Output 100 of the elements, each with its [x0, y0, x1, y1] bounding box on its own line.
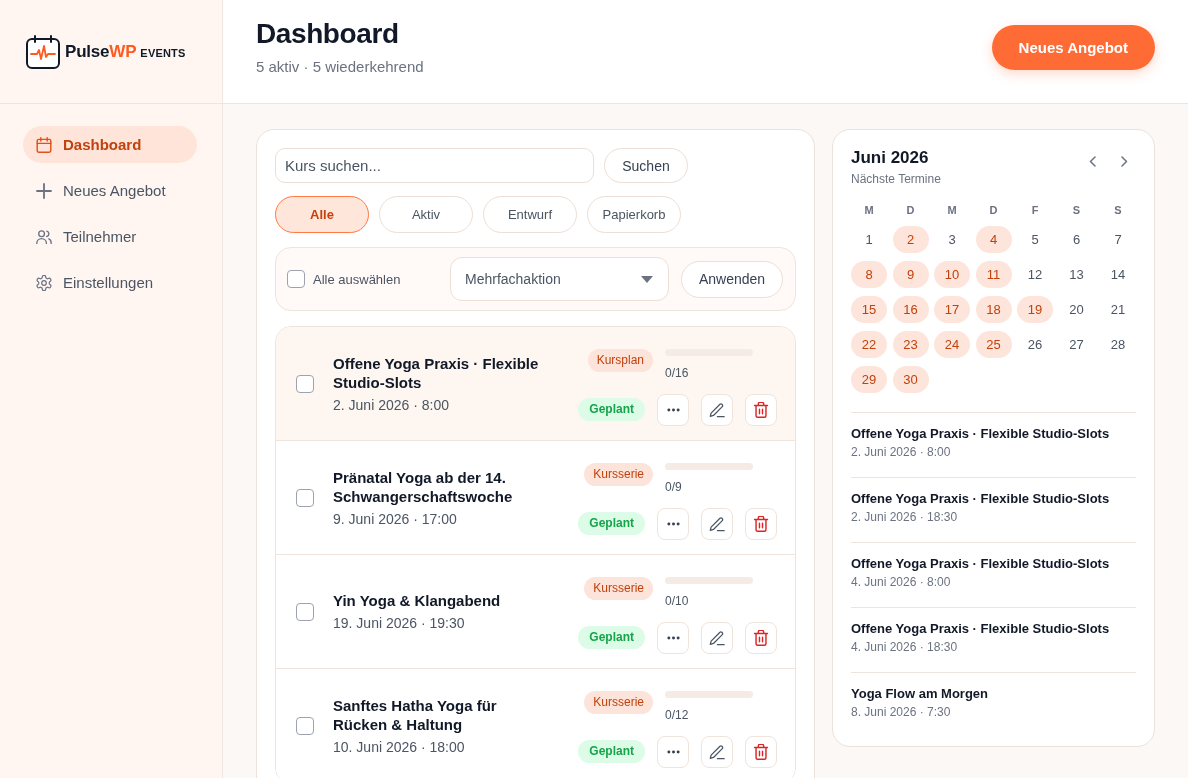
weekday-label: M	[863, 203, 875, 217]
calendar-day[interactable]: 19	[1017, 296, 1053, 323]
course-title: Offene Yoga Praxis · Flexible Studio-Slots	[333, 353, 540, 392]
calendar-day[interactable]: 23	[892, 331, 929, 358]
select-all-checkbox[interactable]	[287, 270, 305, 288]
edit-button[interactable]	[701, 621, 733, 654]
delete-button[interactable]	[745, 735, 777, 768]
calendar-day[interactable]: 8	[851, 261, 887, 288]
upcoming-event-date: 8. Juni 2026 · 7:30	[851, 704, 952, 721]
search-button[interactable]: Suchen	[604, 148, 688, 183]
calendar-day[interactable]: 1	[851, 226, 887, 253]
booking-count: 0/10	[665, 593, 690, 608]
upcoming-event-date: 2. Juni 2026 · 18:30	[851, 509, 959, 526]
calendar-day[interactable]: 29	[851, 366, 887, 393]
calendar-day[interactable]: 4	[975, 226, 1012, 253]
pencil-icon	[709, 515, 725, 532]
select-all-label: Alle auswählen	[313, 271, 401, 287]
upcoming-event-title: Yoga Flow am Morgen	[851, 685, 989, 702]
edit-button[interactable]	[701, 507, 733, 540]
calendar-day[interactable]: 30	[892, 366, 929, 393]
trash-icon	[753, 629, 769, 646]
settings-icon	[36, 274, 52, 291]
calendar-day[interactable]: 12	[1017, 261, 1053, 288]
page-title: Dashboard	[256, 17, 400, 51]
status-tag: Geplant	[578, 512, 645, 535]
calendar-day[interactable]: 2	[892, 226, 929, 253]
calendar-day[interactable]: 17	[934, 296, 970, 323]
ellipsis-icon	[666, 521, 680, 526]
upcoming-event-date: 4. Juni 2026 · 8:00	[851, 574, 952, 591]
search-field[interactable]: Kurs suchen...	[275, 148, 594, 183]
filter-tab[interactable]: Aktiv	[379, 196, 473, 233]
delete-button[interactable]	[745, 621, 777, 654]
calendar-day[interactable]: 18	[975, 296, 1012, 323]
booking-count: 0/16	[665, 365, 690, 380]
calendar-day[interactable]: 24	[934, 331, 970, 358]
edit-button[interactable]	[701, 735, 733, 768]
calendar-month-title: Juni 2026	[851, 148, 930, 168]
calendar-day[interactable]: 22	[851, 331, 887, 358]
upcoming-event-title: Offene Yoga Praxis · Flexible Studio-Slots	[851, 555, 1111, 572]
calendar-day[interactable]: 11	[975, 261, 1012, 288]
trash-icon	[753, 743, 769, 760]
filter-tab[interactable]: Entwurf	[483, 196, 577, 233]
calendar-day[interactable]: 21	[1100, 296, 1136, 323]
calendar-day[interactable]: 28	[1100, 331, 1136, 358]
more-options-button[interactable]	[657, 621, 689, 654]
row-checkbox[interactable]	[296, 602, 314, 621]
more-options-button[interactable]	[657, 507, 689, 540]
pencil-icon	[709, 629, 725, 646]
more-options-button[interactable]	[657, 393, 689, 426]
pencil-icon	[709, 743, 725, 760]
booking-count: 0/9	[665, 479, 683, 494]
calendar-day[interactable]: 6	[1058, 226, 1095, 253]
nav-item[interactable]: Einstellungen	[23, 264, 197, 301]
course-date: 10. Juni 2026 · 18:00	[333, 737, 466, 756]
filter-tab[interactable]: Alle	[275, 196, 369, 233]
calendar-day[interactable]: 16	[892, 296, 929, 323]
edit-button[interactable]	[701, 393, 733, 426]
course-title: Yin Yoga & Klangabend	[333, 591, 502, 610]
calendar-day[interactable]: 15	[851, 296, 887, 323]
row-checkbox[interactable]	[296, 716, 314, 735]
chevron-left-icon	[1088, 155, 1096, 167]
calendar-day[interactable]: 9	[892, 261, 929, 288]
status-tag: Geplant	[578, 626, 645, 649]
page-subtitle: 5 aktiv · 5 wiederkehrend	[256, 57, 424, 77]
course-type-tag: Kursserie	[584, 462, 653, 486]
course-type-tag: Kursserie	[584, 690, 653, 714]
row-checkbox[interactable]	[296, 374, 314, 393]
caret-down-icon	[641, 275, 653, 283]
calendar-day[interactable]: 10	[934, 261, 970, 288]
weekday-label: D	[905, 203, 916, 217]
calendar-day[interactable]: 5	[1017, 226, 1053, 253]
calendar-day[interactable]: 26	[1017, 331, 1053, 358]
calendar-day[interactable]: 27	[1058, 331, 1095, 358]
delete-button[interactable]	[745, 393, 777, 426]
calendar-day[interactable]: 20	[1058, 296, 1095, 323]
calendar-day[interactable]: 13	[1058, 261, 1095, 288]
calendar-day[interactable]: 25	[975, 331, 1012, 358]
nav-item[interactable]: Neues Angebot	[23, 172, 197, 209]
upcoming-event-title: Offene Yoga Praxis · Flexible Studio-Slots	[851, 490, 1111, 507]
weekday-label: S	[1113, 203, 1123, 217]
course-type-tag: Kursserie	[584, 576, 653, 600]
bulk-action-select[interactable]: Mehrfachaktion	[450, 257, 669, 301]
more-options-button[interactable]	[657, 735, 689, 768]
nav-item[interactable]: Teilnehmer	[23, 218, 197, 255]
calendar-day[interactable]: 14	[1100, 261, 1136, 288]
weekday-label: F	[1030, 203, 1040, 217]
calendar-day[interactable]: 3	[934, 226, 970, 253]
nav-item[interactable]: Dashboard	[23, 126, 197, 163]
ellipsis-icon	[666, 407, 680, 412]
course-row[interactable]: Offene Yoga Praxis · Flexible Studio-Slots 2. Juni 2026 · 8:00 Kursplan 0/16 Geplant	[276, 327, 795, 441]
calendar-pulse-logo-icon	[26, 34, 60, 69]
apply-button[interactable]: Anwenden	[681, 260, 783, 298]
filter-tab[interactable]: Papierkorb	[587, 196, 681, 233]
row-checkbox[interactable]	[296, 488, 314, 507]
calendar-day[interactable]: 7	[1100, 226, 1136, 253]
plus-icon	[36, 182, 52, 199]
course-date: 9. Juni 2026 · 17:00	[333, 509, 458, 528]
booking-count: 0/12	[665, 707, 690, 722]
chevron-right-icon	[1120, 155, 1128, 167]
delete-button[interactable]	[745, 507, 777, 540]
